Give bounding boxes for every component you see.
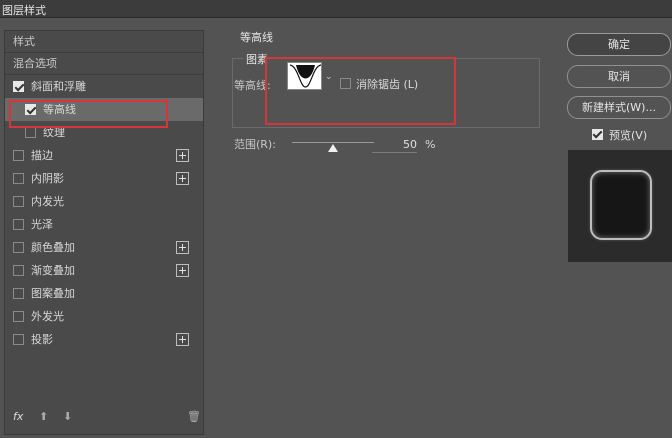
- range-unit: %: [425, 138, 436, 151]
- style-item[interactable]: 内阴影: [5, 167, 203, 190]
- style-item[interactable]: 描边: [5, 144, 203, 167]
- cancel-button[interactable]: 取消: [567, 65, 671, 88]
- add-effect-icon[interactable]: [176, 264, 189, 277]
- style-item[interactable]: 投影: [5, 328, 203, 351]
- new-style-button[interactable]: 新建样式(W)...: [567, 96, 671, 119]
- ok-button[interactable]: 确定: [567, 33, 671, 56]
- highlight-contour-settings: [265, 57, 456, 125]
- style-item[interactable]: 图案叠加: [5, 282, 203, 305]
- style-checkbox[interactable]: [13, 150, 24, 161]
- preview-checkbox[interactable]: [592, 129, 603, 140]
- style-checkbox[interactable]: [25, 104, 36, 115]
- style-item[interactable]: 内发光: [5, 190, 203, 213]
- style-item-label: 光泽: [31, 218, 53, 231]
- style-checkbox[interactable]: [25, 127, 36, 138]
- style-item-label: 纹理: [43, 126, 65, 139]
- style-item[interactable]: 纹理: [5, 121, 203, 144]
- style-item-label: 外发光: [31, 310, 64, 323]
- style-item[interactable]: 光泽: [5, 213, 203, 236]
- blend-options-item[interactable]: 混合选项: [5, 53, 203, 75]
- style-item-label: 投影: [31, 333, 53, 346]
- preview-thumbnail: [590, 170, 652, 240]
- style-item[interactable]: 斜面和浮雕: [5, 75, 203, 98]
- move-up-icon[interactable]: ⬆: [39, 410, 48, 423]
- style-item[interactable]: 外发光: [5, 305, 203, 328]
- style-item[interactable]: 渐变叠加: [5, 259, 203, 282]
- style-item-label: 等高线: [43, 103, 76, 116]
- range-slider-thumb[interactable]: [328, 144, 338, 152]
- style-item[interactable]: 颜色叠加: [5, 236, 203, 259]
- style-item[interactable]: 等高线: [5, 98, 203, 121]
- section-title: 等高线: [240, 31, 273, 44]
- trash-icon[interactable]: 🗑: [187, 410, 201, 423]
- style-checkbox[interactable]: [13, 173, 24, 184]
- style-checkbox[interactable]: [13, 81, 24, 92]
- style-item-label: 渐变叠加: [31, 264, 75, 277]
- style-checkbox[interactable]: [13, 288, 24, 299]
- style-checkbox[interactable]: [13, 334, 24, 345]
- fx-icon[interactable]: fx: [13, 410, 23, 423]
- title-bar: 图层样式: [0, 0, 672, 18]
- style-list: 斜面和浮雕等高线纹理描边内阴影内发光光泽颜色叠加渐变叠加图案叠加外发光投影: [5, 75, 203, 351]
- style-item-label: 描边: [31, 149, 53, 162]
- add-effect-icon[interactable]: [176, 333, 189, 346]
- style-item-label: 颜色叠加: [31, 241, 75, 254]
- range-slider-track[interactable]: [292, 142, 374, 143]
- style-checkbox[interactable]: [13, 196, 24, 207]
- style-item-label: 内发光: [31, 195, 64, 208]
- styles-header[interactable]: 样式: [5, 31, 203, 53]
- panel-footer: fx ⬆ ⬇ 🗑: [5, 410, 203, 428]
- window-title: 图层样式: [2, 4, 46, 17]
- add-effect-icon[interactable]: [176, 172, 189, 185]
- style-preview: [568, 150, 672, 262]
- style-checkbox[interactable]: [13, 242, 24, 253]
- move-down-icon[interactable]: ⬇: [63, 410, 72, 423]
- styles-panel: 样式 混合选项 斜面和浮雕等高线纹理描边内阴影内发光光泽颜色叠加渐变叠加图案叠加…: [4, 30, 204, 435]
- style-item-label: 图案叠加: [31, 287, 75, 300]
- range-label: 范围(R):: [234, 138, 276, 151]
- preview-label: 预览(V): [609, 129, 648, 142]
- range-input[interactable]: 50: [372, 138, 417, 153]
- style-item-label: 斜面和浮雕: [31, 80, 86, 93]
- style-item-label: 内阴影: [31, 172, 64, 185]
- style-checkbox[interactable]: [13, 265, 24, 276]
- style-checkbox[interactable]: [13, 219, 24, 230]
- add-effect-icon[interactable]: [176, 241, 189, 254]
- style-checkbox[interactable]: [13, 311, 24, 322]
- add-effect-icon[interactable]: [176, 149, 189, 162]
